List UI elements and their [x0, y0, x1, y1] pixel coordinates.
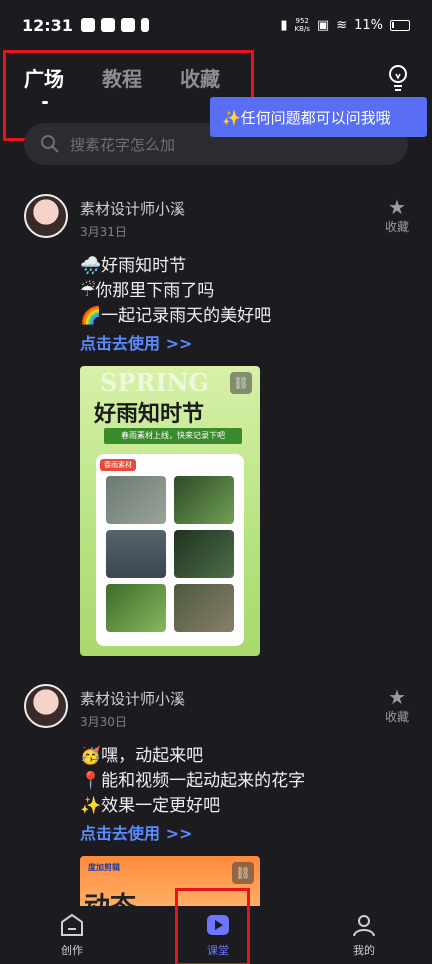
- use-link[interactable]: 点击去使用 >>: [80, 820, 192, 844]
- image-tag: 春雨素材: [100, 459, 136, 471]
- data-icon: ▣: [316, 17, 330, 33]
- author-name[interactable]: 素材设计师小溪: [80, 688, 185, 709]
- notification-icon: [80, 18, 95, 32]
- post-image[interactable]: 度加剪辑 动态 ⛓: [80, 856, 260, 908]
- author-name[interactable]: 素材设计师小溪: [80, 198, 185, 219]
- favorite-button[interactable]: ★ 收藏: [382, 686, 412, 725]
- post-date: 3月31日: [80, 225, 127, 239]
- image-title: 好雨知时节: [94, 402, 205, 427]
- post-image[interactable]: SPRING 好雨知时节 春雨素材上线，快来记录下吧 春雨素材 ⛓: [80, 366, 260, 656]
- tab-favorites[interactable]: 收藏: [180, 63, 220, 92]
- app-icon: [120, 18, 135, 32]
- home-icon: [61, 913, 83, 936]
- star-icon: ★: [388, 195, 406, 219]
- mail-icon: [100, 18, 115, 32]
- nav-label: 课堂: [207, 944, 229, 957]
- clock: 12:31: [22, 15, 73, 35]
- image-card: 春雨素材: [96, 454, 244, 646]
- speed-unit: KB/s: [294, 25, 310, 33]
- post-text-line: 📍能和视频一起动起来的花字: [80, 771, 306, 791]
- avatar[interactable]: [24, 194, 68, 238]
- battery-percent: 11%: [354, 17, 383, 33]
- link-icon[interactable]: ⛓: [230, 372, 252, 394]
- favorite-label: 收藏: [384, 220, 409, 234]
- tab-tutorial[interactable]: 教程: [102, 63, 142, 92]
- battery-icon: [390, 19, 410, 31]
- search-placeholder: 搜素花字怎么加: [70, 135, 176, 154]
- nav-label: 创作: [61, 944, 83, 957]
- photo-greenery: [106, 584, 166, 632]
- assistant-tooltip[interactable]: ✨任何问题都可以问我哦: [210, 97, 427, 137]
- vibrate-icon: ▮: [280, 17, 288, 33]
- photo-plant: [174, 530, 234, 578]
- network-speed: 952 KB/s: [294, 17, 309, 33]
- speed-value: 952: [295, 17, 309, 25]
- play-icon: [207, 915, 229, 935]
- photo-street: [106, 530, 166, 578]
- post-text-line: 🌈一起记录雨天的美好吧: [80, 306, 272, 326]
- image-title: 动态: [84, 892, 137, 908]
- post-text-line: ✨效果一定更好吧: [80, 796, 221, 816]
- tab-plaza[interactable]: 广场: [24, 63, 64, 104]
- wifi-icon: ≋: [336, 17, 348, 33]
- nav-classroom[interactable]: 课堂: [188, 906, 248, 964]
- link-icon[interactable]: ⛓: [232, 862, 254, 884]
- post-text-line: ☔你那里下雨了吗: [80, 281, 215, 301]
- photo-leaf: [174, 476, 234, 524]
- lightbulb-icon[interactable]: [386, 64, 410, 92]
- post-date: 3月30日: [80, 715, 127, 729]
- top-tabs: 广场 教程 收藏: [0, 52, 234, 104]
- nav-profile[interactable]: 我的: [334, 906, 394, 964]
- status-bar: 12:31 ▮ 952 KB/s ▣ ≋ 11%: [0, 0, 432, 50]
- post-text-line: 🌧️好雨知时节: [80, 256, 187, 276]
- avatar[interactable]: [24, 684, 68, 728]
- nav-create[interactable]: 创作: [42, 906, 102, 964]
- search-icon: [41, 135, 59, 153]
- nav-label: 我的: [353, 944, 375, 957]
- image-brand: 度加剪辑: [88, 863, 120, 872]
- user-icon: [353, 915, 375, 937]
- favorite-button[interactable]: ★ 收藏: [382, 196, 412, 235]
- post-text-line: 🥳嘿，动起来吧: [80, 746, 204, 766]
- photo-rain-drops: [106, 476, 166, 524]
- bottom-navigation: 创作 课堂 我的: [0, 906, 432, 964]
- sim-icon: [140, 18, 149, 32]
- photo-building: [174, 584, 234, 632]
- image-subtitle: 春雨素材上线，快来记录下吧: [104, 428, 242, 444]
- star-icon: ★: [388, 685, 406, 709]
- image-watermark-text: SPRING: [100, 368, 209, 397]
- use-link[interactable]: 点击去使用 >>: [80, 330, 192, 354]
- favorite-label: 收藏: [384, 710, 409, 724]
